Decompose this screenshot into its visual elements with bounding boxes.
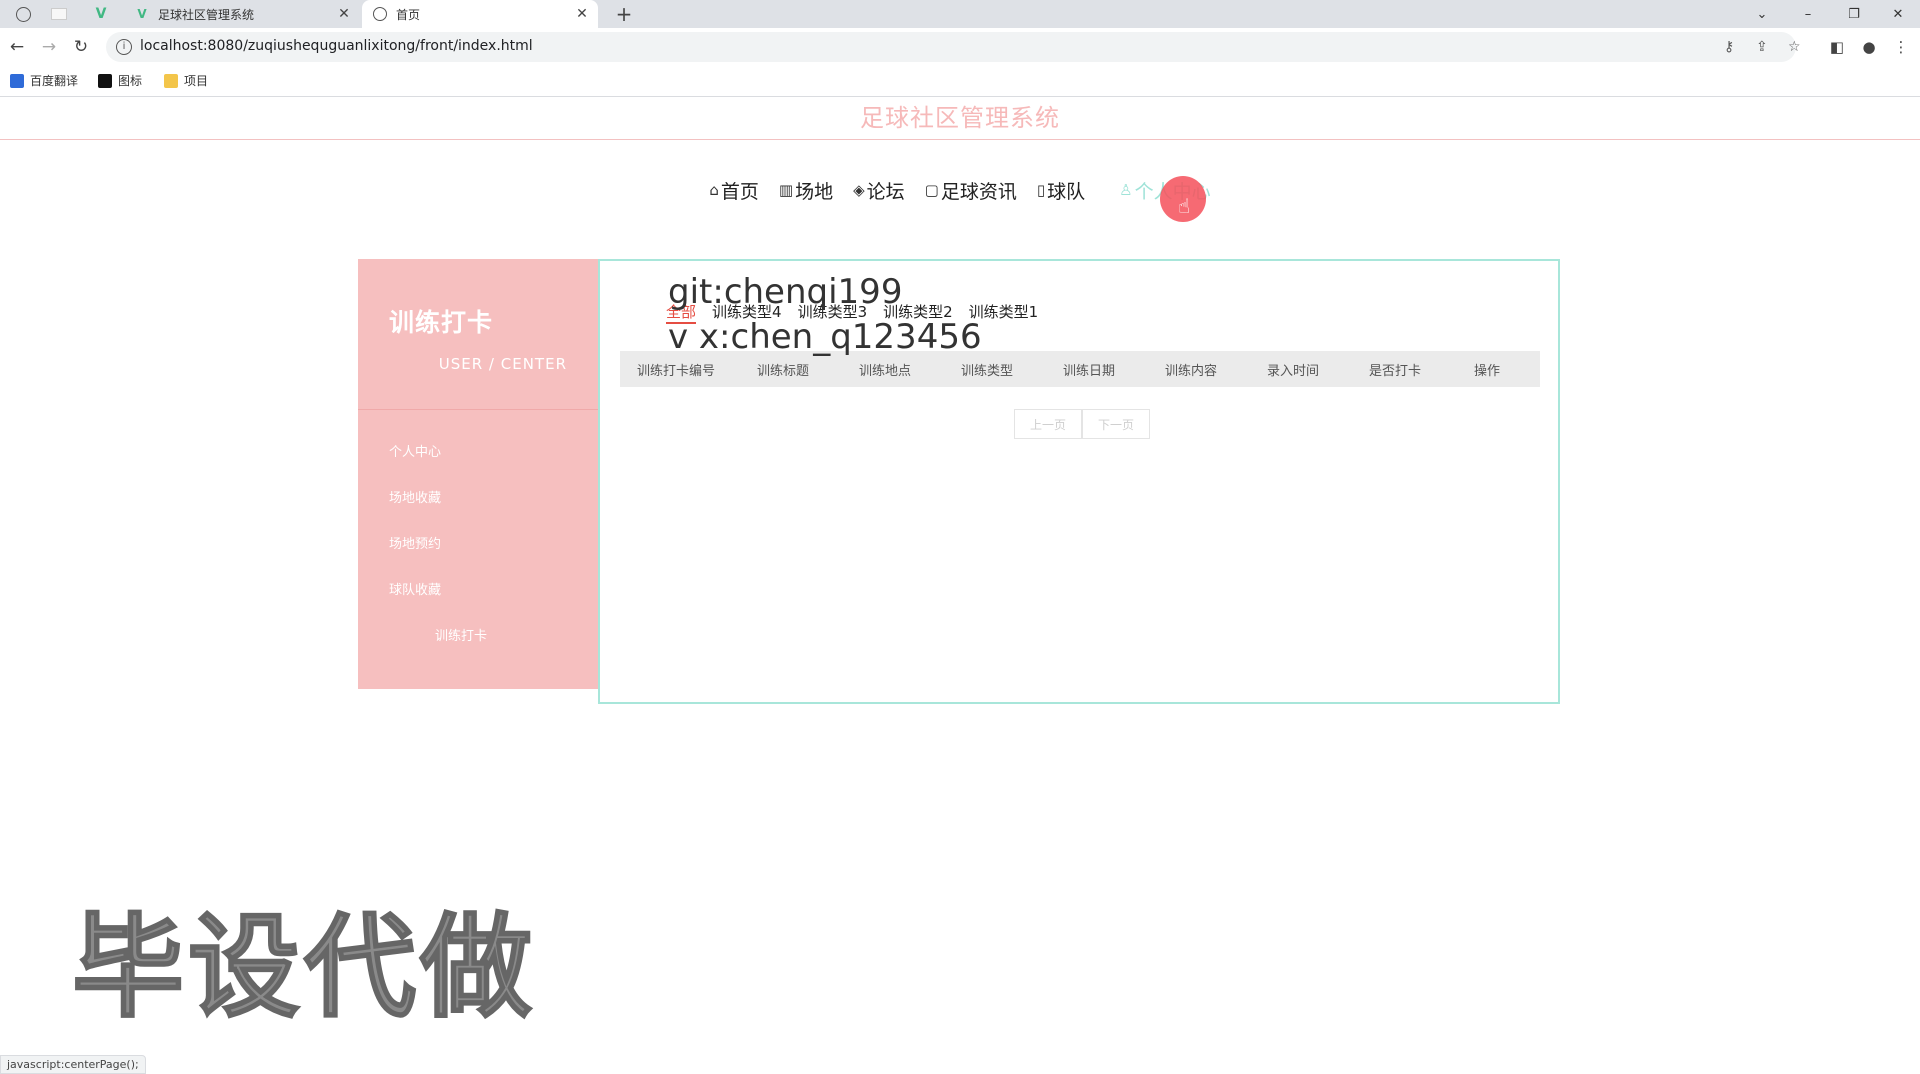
site-title: 足球社区管理系统 — [860, 104, 1060, 132]
translate-icon — [10, 73, 24, 88]
pinned-tab-globe[interactable] — [6, 0, 40, 28]
sidebar-item-user-center[interactable]: 个人中心 — [358, 433, 598, 479]
watermark-big-text: 毕设代做 — [71, 902, 536, 1034]
back-icon[interactable]: ← — [6, 36, 28, 58]
nav-team[interactable]: ▯ 球队 — [1037, 177, 1085, 204]
news-icon: ▢ — [924, 181, 939, 199]
side-panel-icon[interactable]: ◧ — [1826, 36, 1848, 58]
next-page-button[interactable]: 下一页 — [1082, 409, 1150, 439]
nav-home[interactable]: ⌂ 首页 — [709, 177, 759, 204]
column-header: 训练地点 — [858, 363, 911, 379]
sidebar-item-venue-favorites[interactable]: 场地收藏 — [358, 479, 598, 525]
share-icon[interactable]: ⇪ — [1756, 39, 1768, 55]
address-toolbar: ← → ↻ i localhost:8080/zuqiushequguanlix… — [0, 28, 1920, 66]
team-icon: ▯ — [1036, 181, 1046, 199]
address-bar[interactable]: i localhost:8080/zuqiushequguanlixitong/… — [106, 32, 1801, 62]
image-icon — [98, 73, 112, 88]
column-header: 训练内容 — [1164, 363, 1217, 379]
tab-system[interactable]: V 足球社区管理系统 ✕ — [124, 0, 360, 28]
sidebar-subtitle: USER / CENTER — [438, 355, 567, 373]
window-close-icon[interactable]: ✕ — [1876, 0, 1920, 28]
sidebar-item-training-checkin[interactable]: 训练打卡 — [358, 617, 598, 663]
site-info-icon[interactable]: i — [116, 39, 132, 55]
hand-cursor-icon: ☝ — [1178, 194, 1191, 218]
vue-logo-icon: V — [95, 6, 107, 22]
column-header: 录入时间 — [1266, 363, 1319, 379]
globe-icon — [15, 6, 31, 22]
profile-icon[interactable]: ● — [1858, 36, 1880, 58]
column-header: 训练标题 — [756, 363, 809, 379]
sidebar-menu: 个人中心 场地收藏 场地预约 球队收藏 训练打卡 — [358, 433, 598, 663]
close-tab-icon[interactable]: ✕ — [334, 6, 354, 22]
bookmark-label: 项目 — [184, 74, 209, 88]
nav-venue[interactable]: ▥ 场地 — [779, 177, 833, 204]
tab-search-icon[interactable]: ⌄ — [1740, 0, 1784, 28]
minimize-icon[interactable]: – — [1786, 0, 1830, 28]
watermark-git: git:chenqi199 — [668, 272, 903, 312]
close-tab-icon[interactable]: ✕ — [572, 6, 592, 22]
watermark-vx: v x:chen_q123456 — [668, 317, 982, 357]
globe-icon — [372, 6, 388, 22]
sidebar-divider — [358, 409, 598, 410]
bookmark-label: 图标 — [118, 74, 143, 88]
nav-news[interactable]: ▢ 足球资讯 — [925, 177, 1017, 204]
forum-icon: ◈ — [853, 181, 865, 199]
nav-forum[interactable]: ◈ 论坛 — [853, 177, 905, 204]
column-header: 训练类型 — [960, 363, 1013, 379]
blank-page-icon — [51, 8, 67, 20]
prev-page-button[interactable]: 上一页 — [1014, 409, 1082, 439]
pinned-tab-vue[interactable]: V — [84, 0, 118, 28]
column-header: 训练日期 — [1062, 363, 1115, 379]
home-icon: ⌂ — [709, 181, 719, 199]
venue-icon: ▥ — [778, 181, 794, 199]
site-header: 足球社区管理系统 — [0, 97, 1920, 140]
nav-label: 球队 — [1047, 180, 1086, 203]
bookmark-star-icon[interactable]: ☆ — [1788, 39, 1801, 55]
column-header: 训练打卡编号 — [636, 363, 715, 379]
main-nav: ⌂ 首页 ▥ 场地 ◈ 论坛 ▢ 足球资讯 ▯ 球队 ♙ 个人中心 — [0, 172, 1920, 208]
sidebar-item-venue-booking[interactable]: 场地预约 — [358, 525, 598, 571]
restore-icon[interactable]: ❐ — [1832, 0, 1876, 28]
bookmark-baidu-translate[interactable]: 百度翻译 — [10, 72, 78, 89]
nav-label: 场地 — [795, 180, 834, 203]
tab-title: 足球社区管理系统 — [158, 7, 255, 22]
folder-icon — [164, 73, 178, 88]
tab-home[interactable]: 首页 ✕ — [362, 0, 598, 28]
tab-title: 首页 — [396, 7, 421, 22]
browser-tab-strip: V V 足球社区管理系统 ✕ 首页 ✕ + ⌄ – ❐ ✕ — [0, 0, 1920, 28]
forward-icon[interactable]: → — [38, 36, 60, 58]
sidebar-item-team-favorites[interactable]: 球队收藏 — [358, 571, 598, 617]
bookmark-label: 百度翻译 — [30, 74, 79, 88]
url-text[interactable]: localhost:8080/zuqiushequguanlixitong/fr… — [140, 38, 533, 54]
nav-label: 论坛 — [866, 180, 905, 203]
key-icon[interactable]: ⚷ — [1724, 39, 1734, 55]
bookmarks-bar: 百度翻译 图标 项目 — [0, 66, 1920, 97]
nav-label: 足球资讯 — [940, 180, 1017, 203]
new-tab-button[interactable]: + — [612, 2, 636, 26]
status-url: javascript:centerPage(); — [0, 1055, 146, 1074]
bookmark-icons[interactable]: 图标 — [98, 72, 142, 89]
bookmark-project-folder[interactable]: 项目 — [164, 72, 208, 89]
sidebar-title: 训练打卡 — [389, 308, 494, 337]
column-header: 操作 — [1473, 363, 1500, 379]
pagination: 上一页 下一页 — [1014, 409, 1150, 439]
vue-logo-icon: V — [137, 7, 147, 21]
nav-label: 首页 — [720, 180, 759, 203]
user-sidebar: 训练打卡 USER / CENTER 个人中心 场地收藏 场地预约 球队收藏 训… — [358, 259, 598, 689]
more-menu-icon[interactable]: ⋮ — [1890, 36, 1912, 58]
user-icon: ♙ — [1119, 181, 1133, 199]
column-header: 是否打卡 — [1368, 363, 1421, 379]
pinned-tab-blank[interactable] — [42, 0, 76, 28]
reload-icon[interactable]: ↻ — [70, 36, 92, 58]
